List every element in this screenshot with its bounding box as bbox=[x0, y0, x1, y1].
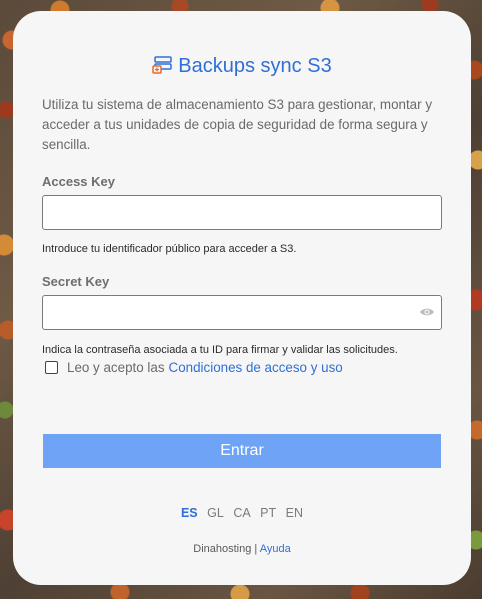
footer-brand[interactable]: Dinahosting bbox=[193, 543, 251, 555]
footer-help-link[interactable]: Ayuda bbox=[260, 543, 291, 555]
footer-separator: | bbox=[254, 543, 258, 555]
terms-text: Leo y acepto las bbox=[67, 360, 165, 375]
access-key-hint: Introduce tu identificador público para … bbox=[42, 243, 297, 255]
app-title: Backups sync S3 bbox=[178, 55, 332, 77]
submit-button[interactable]: Entrar bbox=[43, 434, 441, 468]
terms-row: Leo y acepto las Condiciones de acceso y… bbox=[45, 360, 343, 375]
lang-gl[interactable]: GL bbox=[207, 506, 224, 520]
lang-ca[interactable]: CA bbox=[233, 506, 250, 520]
terms-checkbox[interactable] bbox=[45, 361, 58, 374]
language-selector: ES GL CA PT EN bbox=[13, 506, 471, 520]
access-key-input[interactable] bbox=[42, 195, 442, 230]
footer: Dinahosting | Ayuda bbox=[13, 543, 471, 555]
page-title: Backups sync S3 bbox=[13, 55, 471, 80]
secret-key-label: Secret Key bbox=[42, 274, 110, 289]
app-description: Utiliza tu sistema de almacenamiento S3 … bbox=[42, 97, 433, 152]
lang-en[interactable]: EN bbox=[286, 506, 303, 520]
eye-icon[interactable] bbox=[419, 304, 435, 325]
secret-key-hint: Indica la contraseña asociada a tu ID pa… bbox=[42, 344, 398, 356]
lang-pt[interactable]: PT bbox=[260, 506, 276, 520]
lang-es[interactable]: ES bbox=[181, 506, 198, 520]
secret-key-input[interactable] bbox=[42, 295, 442, 330]
server-sync-icon bbox=[152, 56, 173, 80]
access-key-label: Access Key bbox=[42, 174, 115, 189]
terms-link[interactable]: Condiciones de acceso y uso bbox=[169, 360, 343, 375]
login-card: Backups sync S3 Utiliza tu sistema de al… bbox=[13, 11, 471, 585]
